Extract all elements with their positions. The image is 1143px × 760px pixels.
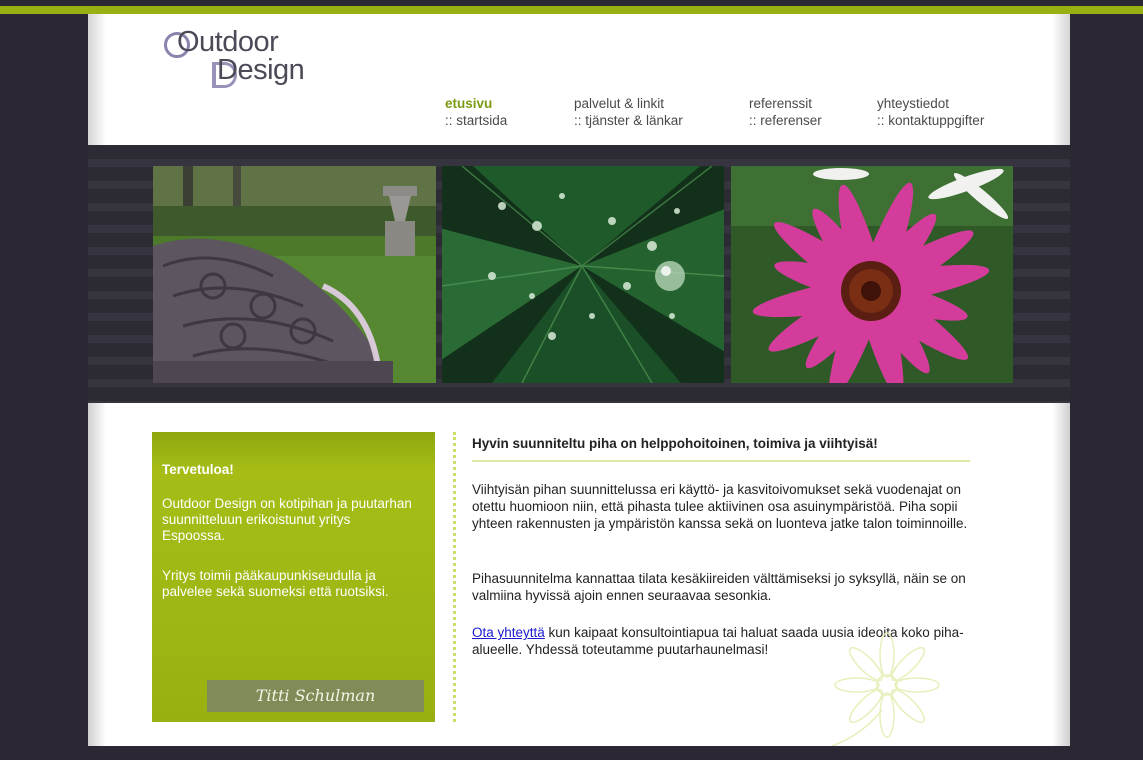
photo-leaf-drops	[442, 166, 724, 383]
site-logo[interactable]: Outdoor Design	[164, 22, 354, 92]
nav-label-sv: :: kontaktuppgifter	[877, 113, 985, 128]
photo-banner	[88, 145, 1070, 403]
welcome-box: Tervetuloa! Outdoor Design on kotipihan …	[152, 432, 435, 722]
nav-label-sv: :: startsida	[445, 113, 508, 128]
nav-label-sv: :: referenser	[749, 113, 822, 128]
welcome-title: Tervetuloa!	[162, 462, 234, 477]
dotted-divider	[453, 432, 456, 722]
site-header: Outdoor Design etusivu :: startsida palv…	[88, 14, 1070, 145]
nav-item-palvelut[interactable]: palvelut & linkit :: tjänster & länkar	[574, 95, 683, 129]
content-area: Tervetuloa! Outdoor Design on kotipihan …	[88, 403, 1070, 746]
page-frame: Outdoor Design etusivu :: startsida palv…	[88, 14, 1070, 760]
nav-label-sv: :: tjänster & länkar	[574, 113, 683, 128]
nav-label-fi: referenssit	[749, 96, 813, 111]
welcome-paragraph-2: Yritys toimii pääkaupunkiseudulla ja pal…	[162, 568, 389, 599]
main-paragraph-2: Pihasuunnitelma kannattaa tilata kesäkii…	[472, 571, 966, 603]
logo-text-design: Design	[217, 54, 305, 86]
flower-decoration	[831, 632, 940, 746]
nav-label-fi: etusivu	[445, 96, 493, 111]
nav-label-fi: palvelut & linkit	[574, 96, 665, 111]
signature: Titti Schulman	[207, 680, 424, 712]
nav-item-etusivu[interactable]: etusivu :: startsida	[445, 95, 507, 129]
photo-pink-flower	[731, 166, 1013, 383]
top-stripe	[0, 0, 1143, 14]
contact-link[interactable]: Ota yhteyttä	[472, 625, 545, 640]
photo-garden-bench	[153, 166, 436, 383]
main-navigation: etusivu :: startsida palvelut & linkit :…	[88, 95, 1070, 135]
main-paragraph-1: Viihtyisän pihan suunnittelussa eri käyt…	[472, 482, 968, 531]
nav-label-fi: yhteystiedot	[877, 96, 950, 111]
top-accent-line	[0, 6, 1143, 14]
main-heading: Hyvin suunniteltu piha on helppohoitoine…	[472, 436, 878, 451]
nav-item-yhteystiedot[interactable]: yhteystiedot :: kontaktuppgifter	[877, 95, 984, 129]
welcome-paragraph-1: Outdoor Design on kotipihan ja puutarhan…	[162, 496, 412, 543]
heading-underline	[472, 460, 970, 462]
nav-item-referenssit[interactable]: referenssit :: referenser	[749, 95, 822, 129]
